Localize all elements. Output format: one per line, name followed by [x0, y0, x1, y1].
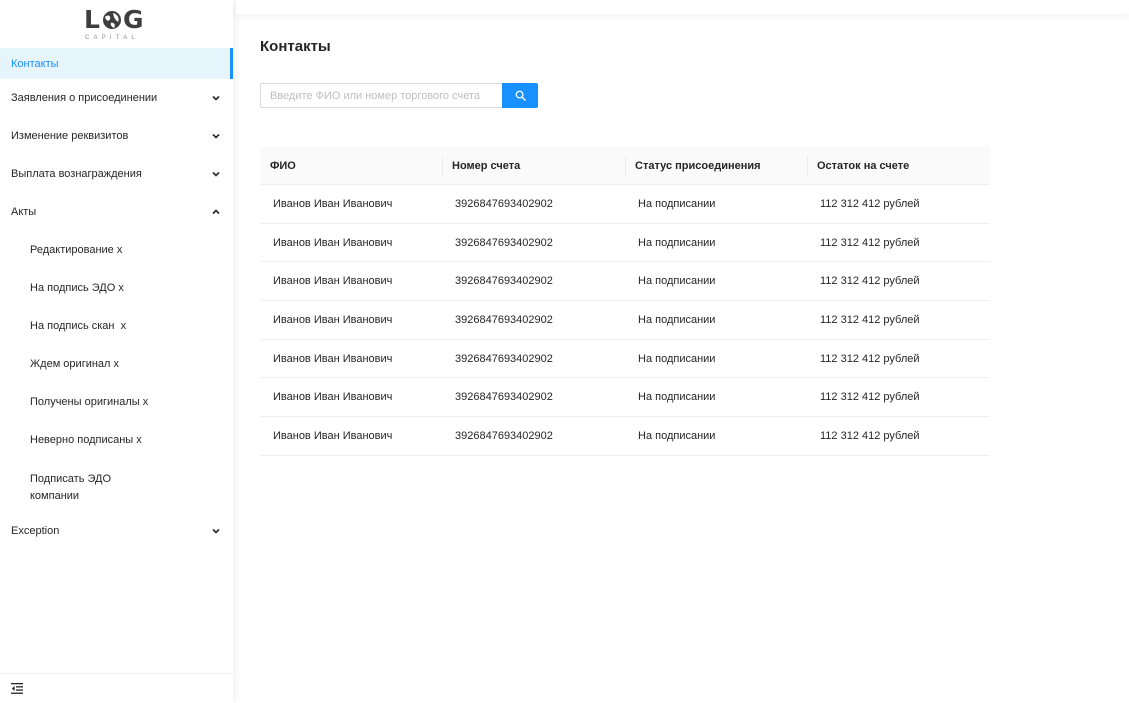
cell-balance: 112 312 412 рублей [820, 236, 920, 249]
search-button[interactable] [502, 83, 538, 108]
sidebar-item-acts[interactable]: Акты [0, 193, 233, 231]
cell-name: Иванов Иван Иванович [273, 236, 393, 249]
cell-status: На подписании [638, 313, 716, 326]
header-bar [236, 0, 1129, 14]
sidebar-item-label: Заявления о присоединении [11, 92, 158, 104]
sidebar-subitem-label: На подпись скан x [30, 320, 127, 332]
cell-account: 3926847693402902 [455, 429, 553, 442]
cell-account: 3926847693402902 [455, 236, 553, 249]
column-header-status[interactable]: Статус присоединения [625, 147, 807, 184]
sidebar-subitem-label: Получены оригиналы x [30, 396, 149, 408]
table-row[interactable]: Иванов Иван Иванович 3926847693402902 На… [260, 224, 990, 263]
cell-status: На подписании [638, 391, 716, 404]
table-row[interactable]: Иванов Иван Иванович 3926847693402902 На… [260, 262, 990, 302]
sidebar-subitem-edo-signing[interactable]: На подпись ЭДО x [0, 269, 233, 307]
cell-account: 3926847693402902 [455, 197, 553, 210]
page-title: Контакты [260, 38, 331, 55]
chevron-down-icon [212, 171, 220, 177]
logo-wordmark: L G [84, 6, 148, 34]
sidebar-subitem-label: Подписать ЭДО компании [30, 473, 112, 502]
cell-name: Иванов Иван Иванович [273, 352, 393, 365]
cell-name: Иванов Иван Иванович [273, 313, 393, 326]
cell-status: На подписании [638, 352, 716, 365]
sidebar-subitem-label: Ждем оригинал x [30, 358, 120, 370]
logo-letter-l: L [84, 5, 101, 34]
logo: L G CAPITAL [84, 6, 148, 44]
sidebar-item-contacts[interactable]: Контакты [0, 48, 233, 79]
cell-account: 3926847693402902 [455, 352, 553, 365]
sidebar-item-join-applications[interactable]: Заявления о присоединении [0, 79, 233, 117]
sidebar-subitem-sign-edo-company[interactable]: Подписать ЭДО компании [0, 459, 233, 515]
sidebar-menu: Контакты Заявления о присоединении Измен… [0, 48, 233, 547]
sidebar: L G CAPITAL Контакты Заявления о присоед… [0, 0, 233, 703]
sidebar-subitem-originals-received[interactable]: Получены оригиналы x [0, 383, 233, 421]
table-row[interactable]: Иванов Иван Иванович 3926847693402902 На… [260, 185, 990, 224]
cell-balance: 112 312 412 рублей [820, 352, 920, 365]
sidebar-item-label: Акты [11, 206, 37, 218]
cell-status: На подписании [638, 197, 716, 210]
sidebar-item-label: Exception [11, 525, 60, 537]
cell-account: 3926847693402902 [455, 275, 553, 288]
cell-status: На подписании [638, 275, 716, 288]
table-row[interactable]: Иванов Иван Иванович 3926847693402902 На… [260, 301, 990, 340]
table-body: Иванов Иван Иванович 3926847693402902 На… [260, 185, 990, 456]
sidebar-subitem-scan-signing[interactable]: На подпись скан x [0, 307, 233, 345]
table-row[interactable]: Иванов Иван Иванович 3926847693402902 На… [260, 378, 990, 418]
sidebar-subitem-label: Редактирование x [30, 244, 123, 256]
cell-balance: 112 312 412 рублей [820, 313, 920, 326]
chevron-down-icon [212, 528, 220, 534]
sidebar-item-label: Изменение реквизитов [11, 130, 129, 142]
sidebar-item-label: Контакты [11, 57, 59, 70]
search-group [260, 83, 538, 108]
sidebar-subitem-label: Неверно подписаны x [30, 434, 142, 446]
sidebar-footer [0, 673, 233, 703]
cell-name: Иванов Иван Иванович [273, 275, 393, 288]
sidebar-subitem-label: На подпись ЭДО x [30, 282, 124, 294]
logo-globe-icon [102, 11, 121, 29]
logo-subtitle: CAPITAL [85, 35, 139, 41]
search-input[interactable] [260, 83, 502, 108]
cell-balance: 112 312 412 рублей [820, 275, 920, 288]
sidebar-item-reward-payment[interactable]: Выплата вознаграждения [0, 155, 233, 193]
cell-name: Иванов Иван Иванович [273, 197, 393, 210]
logo-letter-g: G [122, 5, 145, 34]
cell-name: Иванов Иван Иванович [273, 429, 393, 442]
column-header-account[interactable]: Номер счета [442, 147, 625, 184]
cell-status: На подписании [638, 236, 716, 249]
menu-collapse-icon[interactable] [11, 683, 23, 694]
cell-account: 3926847693402902 [455, 313, 553, 326]
search-icon [515, 90, 526, 101]
cell-status: На подписании [638, 429, 716, 442]
sidebar-item-requisites-change[interactable]: Изменение реквизитов [0, 117, 233, 155]
cell-name: Иванов Иван Иванович [273, 391, 393, 404]
chevron-down-icon [212, 95, 220, 101]
cell-account: 3926847693402902 [455, 391, 553, 404]
column-header-name[interactable]: ФИО [260, 147, 442, 184]
sidebar-subitem-editing[interactable]: Редактирование x [0, 231, 233, 269]
chevron-up-icon [212, 209, 220, 215]
column-header-balance[interactable]: Остаток на счете [807, 147, 990, 184]
sidebar-item-label: Выплата вознаграждения [11, 168, 142, 180]
cell-balance: 112 312 412 рублей [820, 391, 920, 404]
chevron-down-icon [212, 133, 220, 139]
sidebar-subitem-awaiting-original[interactable]: Ждем оригинал x [0, 345, 233, 383]
table-row[interactable]: Иванов Иван Иванович 3926847693402902 На… [260, 417, 990, 456]
contacts-table: ФИО Номер счета Статус присоединения Ост… [260, 147, 990, 456]
sidebar-subitem-wrongly-signed[interactable]: Неверно подписаны x [0, 421, 233, 459]
cell-balance: 112 312 412 рублей [820, 429, 920, 442]
table-row[interactable]: Иванов Иван Иванович 3926847693402902 На… [260, 340, 990, 379]
sidebar-item-exception[interactable]: Exception [0, 515, 233, 547]
cell-balance: 112 312 412 рублей [820, 197, 920, 210]
table-header: ФИО Номер счета Статус присоединения Ост… [260, 147, 990, 185]
